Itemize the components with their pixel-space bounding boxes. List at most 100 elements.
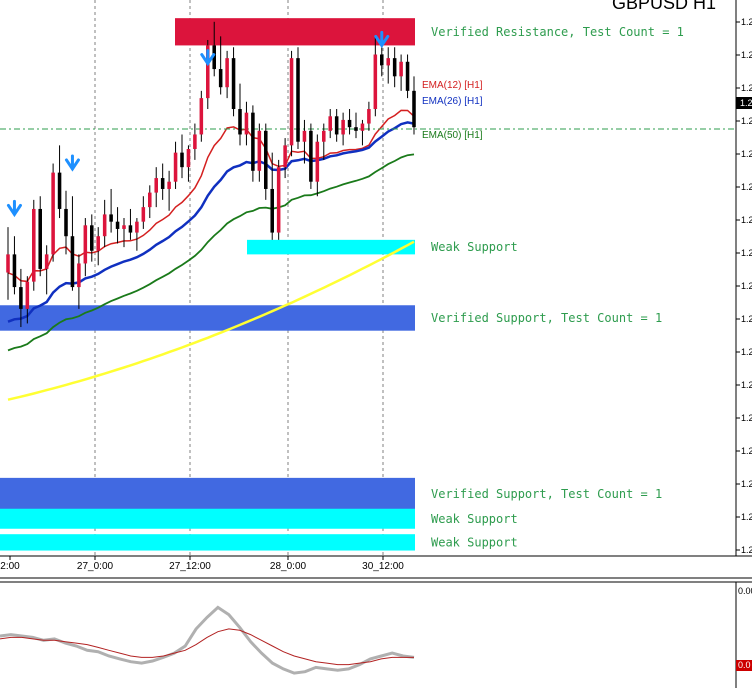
candle-body-44	[289, 58, 294, 146]
candle-body-26	[173, 152, 178, 182]
price-tick-label-7: 1.2	[741, 248, 752, 258]
price-tick-label-0: 1.2	[741, 17, 752, 27]
price-tick-label-15: 1.2	[741, 512, 752, 522]
candle-body-43	[283, 145, 287, 168]
candle-body-11	[77, 263, 81, 288]
ema-label-2: EMA(50) [H1]	[422, 130, 483, 141]
candle-body-51	[334, 116, 339, 135]
candle-body-5	[38, 208, 42, 269]
candle-body-8	[57, 172, 62, 209]
signal-arrow-1	[64, 154, 80, 172]
candle-body-27	[180, 152, 184, 168]
candle-body-19	[128, 225, 133, 233]
price-tick-label-6: 1.2	[741, 215, 752, 225]
candle-body-35	[231, 58, 236, 110]
oscillator-pane	[0, 605, 415, 675]
candle-body-55	[360, 123, 365, 131]
zone-weak-support-5	[0, 534, 415, 551]
candle-body-18	[122, 225, 126, 229]
candle-body-2	[19, 287, 23, 309]
ema-label-0: EMA(12) [H1]	[422, 80, 483, 91]
candle-body-41	[270, 188, 274, 233]
candle-body-63	[412, 90, 416, 128]
time-tick-label-4: 30_12:00	[362, 561, 404, 572]
price-tick-label-11: 1.2	[741, 380, 752, 390]
time-tick-label-3: 28_0:00	[270, 561, 307, 572]
candle-body-39	[257, 130, 262, 171]
candle-body-61	[399, 61, 403, 77]
candle-body-52	[341, 119, 345, 135]
candle-body-23	[154, 178, 158, 193]
price-tick-label-3: 1.2	[741, 116, 752, 126]
candle-body-29	[193, 134, 197, 149]
candle-body-9	[64, 208, 68, 237]
candle-body-4	[32, 208, 36, 282]
zone-support-3	[0, 477, 415, 511]
candle-body-34	[225, 58, 229, 88]
candle-body-13	[90, 225, 94, 251]
candle-body-53	[347, 119, 352, 128]
time-tick-label-1: 27_0:00	[77, 561, 114, 572]
candle-body-7	[51, 172, 55, 255]
oscillator-top-label: 0.00	[738, 586, 752, 596]
candle-body-37	[244, 112, 249, 135]
zone-support-2	[0, 305, 415, 331]
candle-body-25	[167, 181, 171, 189]
signal-arrow-2	[200, 49, 216, 67]
candle-body-28	[186, 148, 191, 168]
price-tick-label-13: 1.2	[741, 446, 752, 456]
candle-body-0	[6, 254, 10, 273]
price-tick-label-16: 1.2	[741, 545, 752, 555]
current-price-tag: 1.2	[736, 97, 752, 109]
zone-label-0: Verified Resistance, Test Count = 1	[431, 25, 684, 39]
candle-body-17	[115, 221, 120, 229]
candle-body-1	[12, 254, 17, 288]
current-price-label: 1.2	[740, 98, 752, 108]
candle-body-36	[238, 109, 242, 135]
price-tick-label-8: 1.2	[741, 281, 752, 291]
candle-body-16	[109, 214, 113, 222]
chart-canvas: Verified Resistance, Test Count = 1 Weak …	[0, 0, 752, 688]
candle-body-20	[135, 221, 139, 233]
candle-body-50	[328, 116, 332, 131]
ema-label-1: EMA(26) [H1]	[422, 96, 483, 107]
candle-body-38	[251, 112, 255, 171]
price-tick-label-10: 1.2	[741, 347, 752, 357]
candle-body-21	[141, 207, 146, 222]
candle-body-24	[160, 178, 165, 189]
price-tick-label-9: 1.2	[741, 314, 752, 324]
candle-body-57	[373, 54, 378, 110]
candle-body-45	[296, 58, 300, 142]
candle-body-40	[264, 130, 268, 189]
zone-label-2: Verified Support, Test Count = 1	[431, 311, 662, 325]
zone-label-5: Weak Support	[431, 535, 518, 549]
candle-body-10	[70, 236, 75, 288]
price-tick-label-12: 1.2	[741, 413, 752, 423]
candle-body-48	[315, 141, 320, 182]
oscillator-grey-line	[0, 605, 415, 675]
signal-arrow-0	[6, 199, 22, 218]
candle-body-3	[25, 281, 30, 309]
zone-weak-support-1	[247, 239, 415, 255]
candle-body-58	[380, 54, 384, 66]
oscillator-red-line	[0, 628, 414, 666]
chart-title: GBPUSD H1	[612, 0, 716, 13]
candle-body-59	[386, 58, 390, 66]
time-axis-ticks: 2:00 27_0:00 27_12:00 28_0:00 30_12:00	[0, 556, 404, 572]
time-tick-label-0: 2:00	[0, 561, 20, 572]
candle-body-30	[199, 98, 204, 135]
price-tick-label-14: 1.2	[741, 479, 752, 489]
main-price-pane: Verified Resistance, Test Count = 1 Weak …	[0, 0, 736, 556]
ema-line-0	[7, 109, 415, 283]
candle-body-15	[102, 214, 107, 237]
candle-body-12	[83, 225, 88, 264]
candle-body-49	[322, 130, 326, 142]
candle-body-62	[405, 61, 410, 91]
candle-body-60	[392, 58, 397, 77]
candle-body-22	[148, 192, 152, 208]
candle-body-54	[354, 127, 358, 131]
oscillator-zero-label: 0.0	[738, 660, 751, 670]
candle-body-6	[44, 254, 49, 269]
price-tick-label-5: 1.2	[741, 182, 752, 192]
price-tick-label-4: 1.2	[741, 149, 752, 159]
